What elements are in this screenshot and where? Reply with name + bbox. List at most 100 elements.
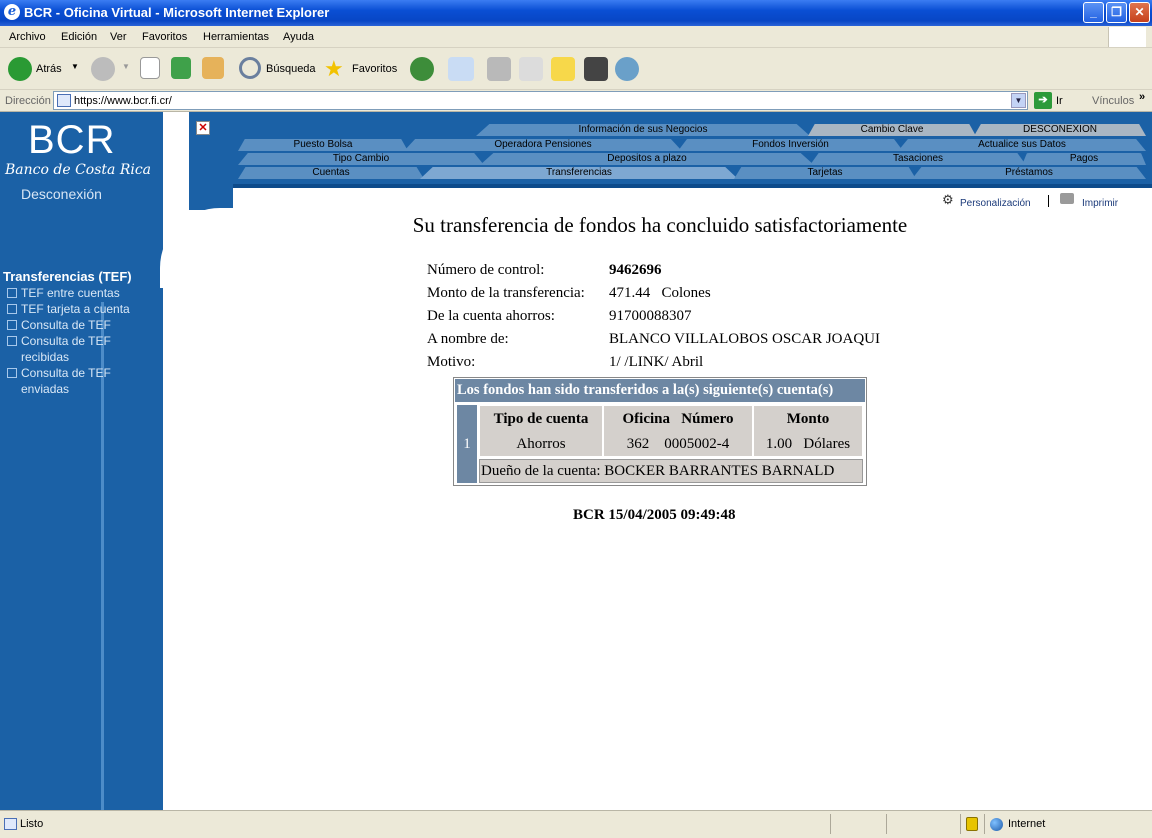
tab-depositos-plazo[interactable]: Depositos a plazo xyxy=(480,153,814,165)
decorative-curve xyxy=(160,208,240,288)
home-icon[interactable] xyxy=(202,57,224,79)
menu-ver[interactable]: Ver xyxy=(110,31,127,43)
account-type-value: Ahorros xyxy=(516,436,566,452)
top-navigation-border xyxy=(233,178,1152,188)
side-menu-heading: Transferencias (TEF) xyxy=(3,269,132,284)
minimize-button[interactable]: _ xyxy=(1083,2,1104,23)
tab-transferencias[interactable]: Transferencias xyxy=(420,167,738,179)
tab-fondos-inversion[interactable]: Fondos Inversión xyxy=(678,139,903,151)
search-button-label[interactable]: Búsqueda xyxy=(266,63,316,89)
amount-cell: Monto 1.00 Dólares xyxy=(753,405,863,457)
destination-accounts-table: Los fondos han sido transferidos a la(s)… xyxy=(453,377,867,486)
destination-amount-value: 1.00 Dólares xyxy=(765,436,851,452)
sidebar: BCR Banco de Costa Rica Desconexión Tran… xyxy=(0,112,163,810)
tab-tasaciones[interactable]: Tasaciones xyxy=(810,153,1026,165)
refresh-icon[interactable] xyxy=(171,57,191,79)
printer-icon[interactable] xyxy=(1060,193,1074,204)
source-account-value: 91700088307 xyxy=(609,308,692,324)
account-type-cell: Tipo de cuenta Ahorros xyxy=(479,405,603,457)
account-owner: Dueño de la cuenta: BOCKER BARRANTES BAR… xyxy=(479,459,863,483)
row-number: 1 xyxy=(457,405,477,483)
ie-logo-icon: e xyxy=(4,4,20,20)
links-chevron-icon[interactable]: » xyxy=(1139,91,1145,103)
account-type-header: Tipo de cuenta xyxy=(493,411,589,427)
page-title: Su transferencia de fondos ha concluido … xyxy=(412,213,908,237)
print-link[interactable]: Imprimir xyxy=(1082,198,1118,209)
tools-separator xyxy=(1048,195,1049,207)
tab-tipo-cambio[interactable]: Tipo Cambio xyxy=(238,153,484,165)
status-separator xyxy=(886,814,887,834)
tab-desconexion[interactable]: DESCONEXION xyxy=(974,124,1146,136)
go-button-label[interactable]: Ir xyxy=(1056,95,1063,107)
personalize-icon[interactable]: ⚙ xyxy=(942,192,954,208)
close-button[interactable]: ✕ xyxy=(1129,2,1150,23)
tab-cambio-clave[interactable]: Cambio Clave xyxy=(808,124,976,136)
menu-herramientas[interactable]: Herramientas xyxy=(203,31,269,43)
bcr-logo: BCR Banco de Costa Rica Desconexión xyxy=(0,112,163,212)
status-separator xyxy=(984,814,985,834)
maximize-button[interactable]: ❐ xyxy=(1106,2,1127,23)
address-label: Dirección xyxy=(5,95,51,107)
menu-archivo[interactable]: Archivo xyxy=(9,31,46,43)
status-text: Listo xyxy=(20,818,44,830)
research-icon[interactable] xyxy=(584,57,608,81)
links-label[interactable]: Vínculos xyxy=(1092,95,1134,107)
page-icon xyxy=(57,94,71,107)
search-icon[interactable] xyxy=(239,57,261,79)
tab-pagos[interactable]: Pagos xyxy=(1022,153,1146,165)
side-menu-item-label: Consulta de TEF xyxy=(21,318,111,332)
control-number-value: 9462696 xyxy=(609,262,662,278)
menu-ayuda[interactable]: Ayuda xyxy=(283,31,314,43)
address-dropdown-icon[interactable]: ▼ xyxy=(1011,93,1026,108)
logo-subtitle: Banco de Costa Rica xyxy=(5,162,152,178)
side-menu-item-label: Consulta de TEF recibidas xyxy=(21,334,111,364)
address-input[interactable]: https://www.bcr.fi.cr/ ▼ xyxy=(53,91,1028,110)
office-number-cell: Oficina Número 362 0005002-4 xyxy=(603,405,753,457)
forward-arrow-icon[interactable] xyxy=(91,57,115,81)
source-account-label: De la cuenta ahorros: xyxy=(427,308,555,324)
forward-dropdown-icon[interactable]: ▼ xyxy=(122,62,130,88)
office-number-value: 362 0005002-4 xyxy=(626,436,730,452)
print-icon[interactable] xyxy=(487,57,511,81)
reason-label: Motivo: xyxy=(427,354,476,370)
history-icon[interactable] xyxy=(410,57,434,81)
side-menu-item-label: TEF tarjeta a cuenta xyxy=(21,302,130,316)
discuss-icon[interactable] xyxy=(551,57,575,81)
tab-informacion-negocios[interactable]: Información de sus Negocios xyxy=(476,124,810,136)
favorites-star-icon[interactable]: ★ xyxy=(324,56,344,82)
page-status-icon xyxy=(4,818,17,830)
menu-favoritos[interactable]: Favoritos xyxy=(142,31,187,43)
tab-actualice-datos[interactable]: Actualice sus Datos xyxy=(898,139,1146,151)
disconnect-link[interactable]: Desconexión xyxy=(21,186,102,202)
go-arrow-icon[interactable]: ➔ xyxy=(1034,92,1052,109)
amount-header: Monto xyxy=(786,411,830,427)
mail-icon[interactable] xyxy=(448,57,474,81)
account-holder-value: BLANCO VILLALOBOS OSCAR JOAQUI xyxy=(609,331,880,347)
tab-operadora-pensiones[interactable]: Operadora Pensiones xyxy=(404,139,682,151)
menu-edicion[interactable]: Edición xyxy=(61,31,97,43)
bullet-icon xyxy=(7,304,17,314)
personalize-link[interactable]: Personalización xyxy=(960,198,1031,209)
toolbar: Atrás ▼ ▼ Búsqueda ★ Favoritos xyxy=(0,48,1152,90)
tab-tarjetas[interactable]: Tarjetas xyxy=(734,167,916,179)
timestamp: BCR 15/04/2005 09:49:48 xyxy=(573,507,736,523)
table-caption: Los fondos han sido transferidos a la(s)… xyxy=(455,379,865,402)
address-bar: Dirección https://www.bcr.fi.cr/ ▼ ➔ Ir … xyxy=(0,90,1152,112)
close-panel-icon[interactable]: ✕ xyxy=(196,121,210,135)
page-content: BCR Banco de Costa Rica Desconexión Tran… xyxy=(0,112,1152,810)
tab-cuentas[interactable]: Cuentas xyxy=(238,167,424,179)
back-dropdown-icon[interactable]: ▼ xyxy=(71,62,79,88)
security-zone: Internet xyxy=(1008,818,1046,830)
favorites-button-label[interactable]: Favoritos xyxy=(352,63,397,89)
amount-label: Monto de la transferencia: xyxy=(427,285,585,301)
edit-icon[interactable] xyxy=(519,57,543,81)
tab-puesto-bolsa[interactable]: Puesto Bolsa xyxy=(238,139,408,151)
messenger-icon[interactable] xyxy=(615,57,639,81)
stop-icon[interactable] xyxy=(140,57,160,79)
tab-prestamos[interactable]: Préstamos xyxy=(912,167,1146,179)
internet-zone-icon xyxy=(990,818,1003,831)
status-bar: Listo Internet xyxy=(0,810,1152,838)
lock-icon xyxy=(966,817,978,831)
back-button-label[interactable]: Atrás xyxy=(36,63,62,89)
back-arrow-icon[interactable] xyxy=(8,57,32,81)
